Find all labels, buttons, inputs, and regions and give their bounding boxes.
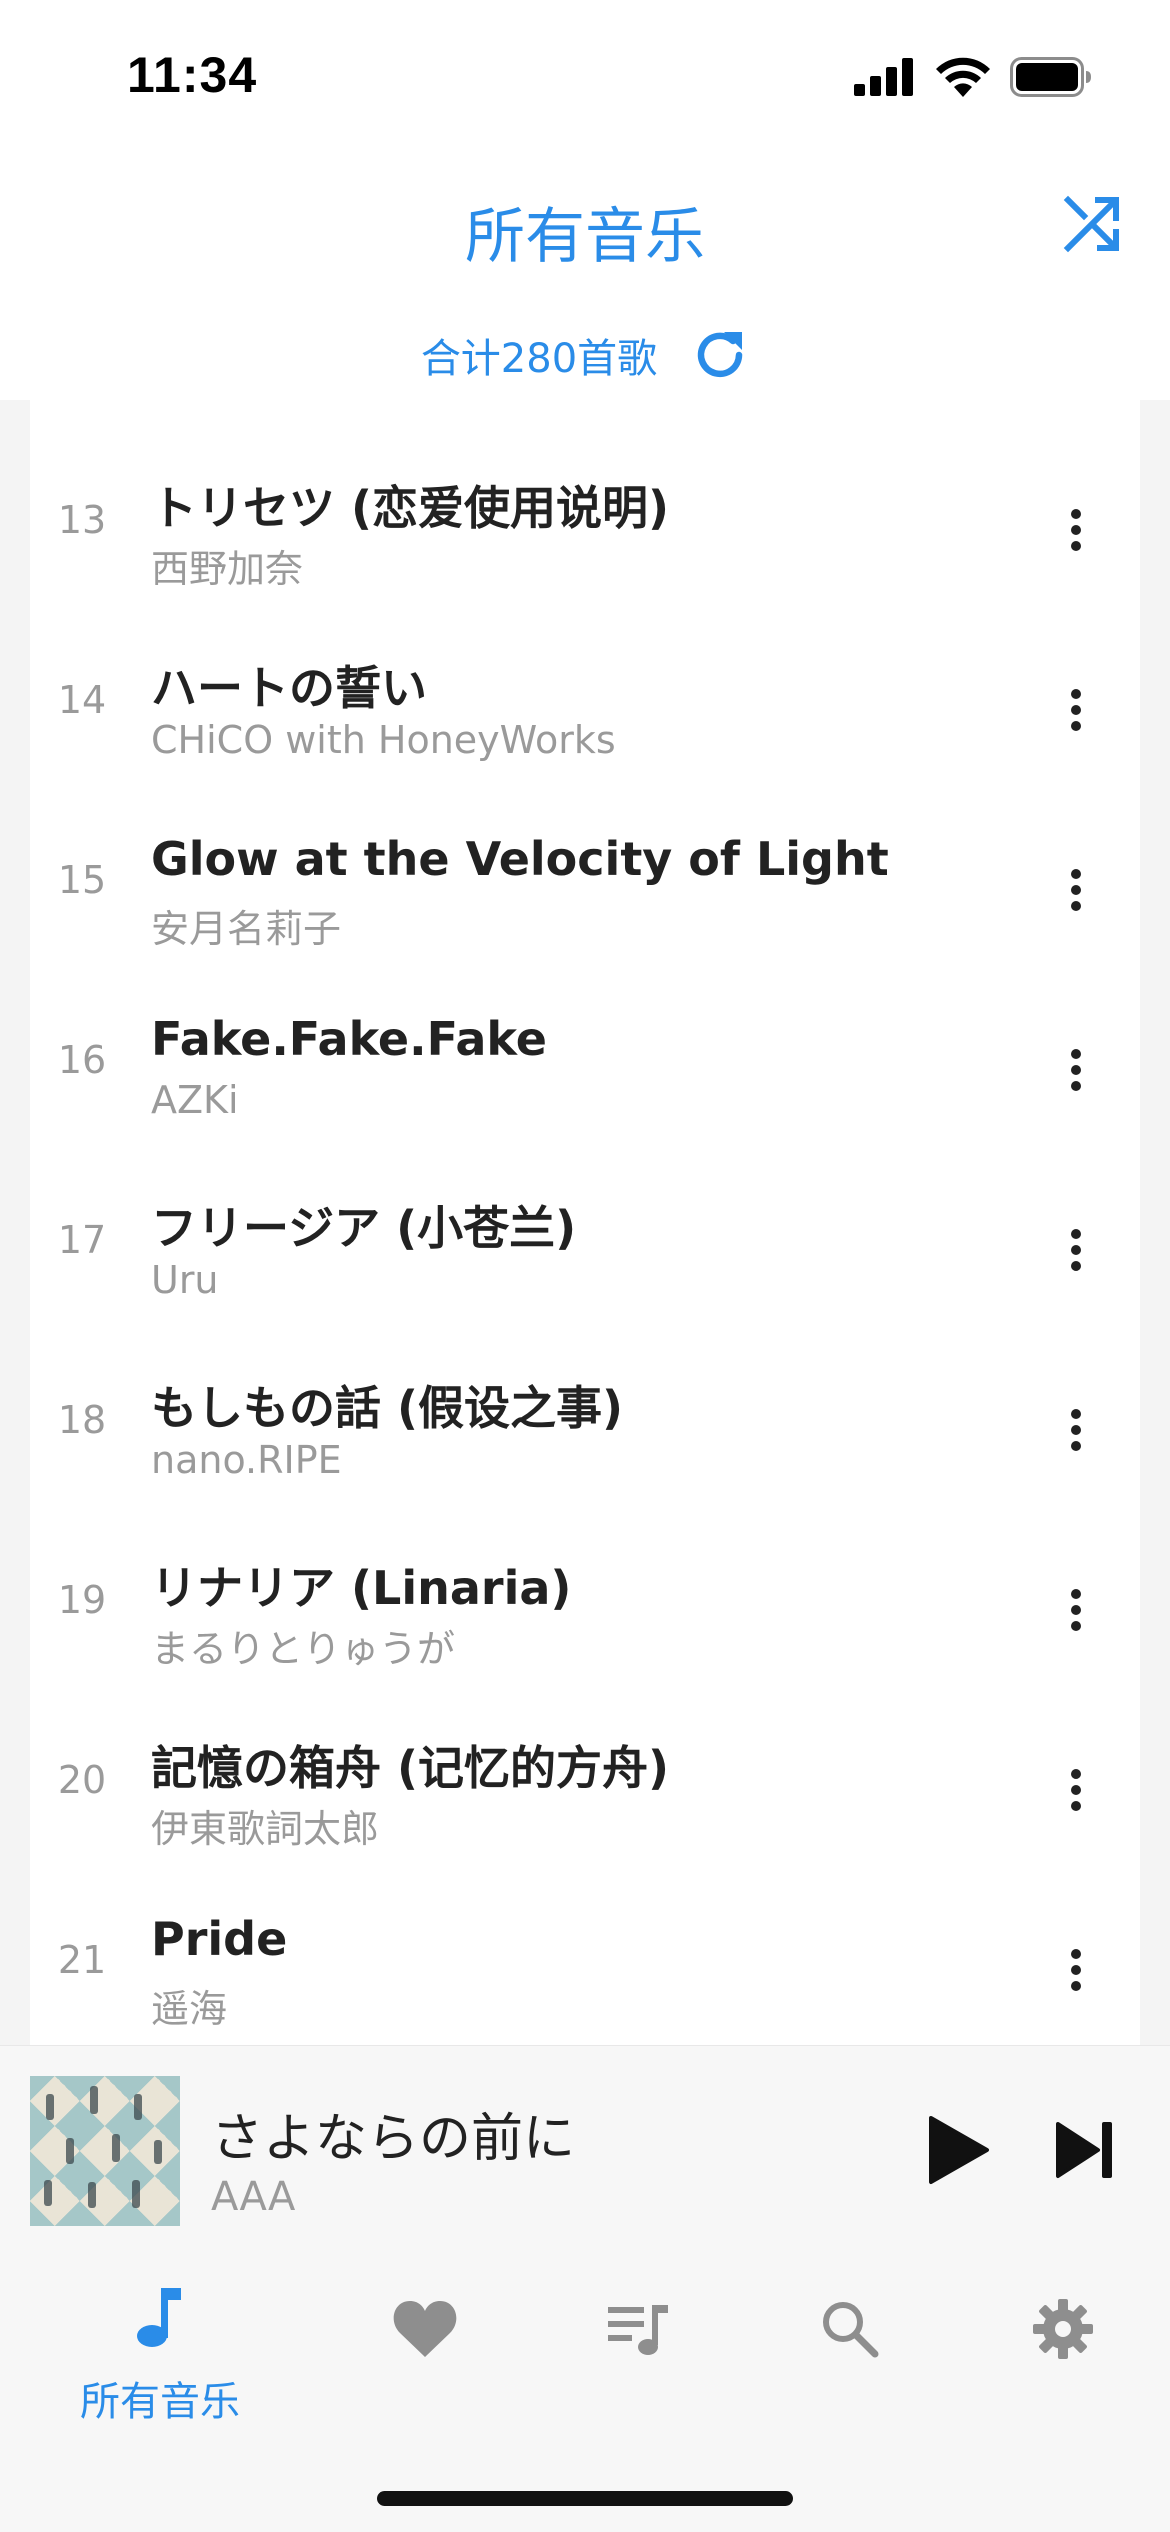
- more-options-icon[interactable]: [1056, 1582, 1096, 1638]
- song-artist: CHiCO with HoneyWorks: [151, 718, 616, 762]
- song-index: 16: [57, 1038, 107, 1082]
- song-index: 21: [57, 1938, 107, 1982]
- song-row[interactable]: 19 リナリア (Linaria) まるりとりゅうが: [30, 1500, 1140, 1680]
- home-indicator: [377, 2491, 793, 2506]
- more-options-icon[interactable]: [1056, 1402, 1096, 1458]
- more-options-icon[interactable]: [1056, 502, 1096, 558]
- song-row[interactable]: 21 Pride 遥海: [30, 1860, 1140, 2040]
- more-options-icon[interactable]: [1056, 1942, 1096, 1998]
- song-index: 15: [57, 858, 107, 902]
- more-options-icon[interactable]: [1056, 1762, 1096, 1818]
- refresh-icon[interactable]: [691, 326, 749, 384]
- song-title: 記憶の箱舟 (记忆的方舟): [151, 1741, 670, 1795]
- song-artist: 伊東歌詞太郎: [151, 1807, 380, 1851]
- song-row[interactable]: 13 トリセツ (恋爱使用说明) 西野加奈: [30, 420, 1140, 600]
- album-art[interactable]: [30, 2076, 180, 2226]
- tab-favorites[interactable]: [335, 2277, 515, 2437]
- song-title: フリージア (小苍兰): [151, 1201, 577, 1255]
- song-row[interactable]: 20 記憶の箱舟 (记忆的方舟) 伊東歌詞太郎: [30, 1680, 1140, 1860]
- search-icon: [810, 2289, 890, 2369]
- app-screen: 11:34 所有音乐 合计280首歌 13 トリセツ (恋爱使用说明) 西野加奈…: [0, 0, 1170, 2532]
- tab-playlists[interactable]: [548, 2277, 728, 2437]
- song-index: 18: [57, 1398, 107, 1442]
- song-title: リナリア (Linaria): [151, 1561, 572, 1615]
- song-count-row: 合计280首歌: [0, 320, 1170, 390]
- tab-search[interactable]: [760, 2277, 940, 2437]
- status-time: 11:34: [127, 47, 258, 103]
- signal-icon: [854, 58, 913, 96]
- song-title: トリセツ (恋爱使用说明): [151, 481, 670, 535]
- mini-player[interactable]: さよならの前に AAA: [0, 2045, 1170, 2256]
- now-playing-title: さよならの前に: [211, 2109, 576, 2169]
- song-title: Glow at the Velocity of Light: [151, 832, 889, 886]
- wifi-icon: [936, 57, 990, 97]
- more-options-icon[interactable]: [1056, 1042, 1096, 1098]
- song-index: 20: [57, 1758, 107, 1802]
- playlist-icon: [598, 2289, 678, 2369]
- tab-bar: 所有音乐: [0, 2255, 1170, 2532]
- song-title: もしもの話 (假设之事): [151, 1381, 624, 1435]
- song-index: 17: [57, 1218, 107, 1262]
- gear-icon: [1023, 2289, 1103, 2369]
- tab-all-music-label: 所有音乐: [80, 2379, 240, 2425]
- song-artist: まるりとりゅうが: [151, 1627, 456, 1671]
- battery-icon: [1010, 57, 1091, 97]
- song-title: Fake.Fake.Fake: [151, 1012, 547, 1066]
- status-icons: [854, 52, 1092, 102]
- page-title: 所有音乐: [465, 202, 705, 272]
- song-artist: 西野加奈: [151, 547, 304, 591]
- now-playing-artist: AAA: [211, 2174, 296, 2220]
- tab-settings[interactable]: [973, 2277, 1153, 2437]
- song-list: 13 トリセツ (恋爱使用说明) 西野加奈 14 ハートの誓い CHiCO wi…: [30, 400, 1140, 2045]
- album-art-figures: [44, 2086, 162, 2208]
- header: 所有音乐 合计280首歌: [0, 150, 1170, 400]
- song-row[interactable]: 16 Fake.Fake.Fake AZKi: [30, 960, 1140, 1140]
- status-bar: 11:34: [0, 0, 1170, 150]
- heart-icon: [385, 2289, 465, 2369]
- song-artist: 安月名莉子: [151, 907, 342, 951]
- more-options-icon[interactable]: [1056, 682, 1096, 738]
- song-index: 13: [57, 498, 107, 542]
- song-artist: 遥海: [151, 1987, 228, 2031]
- song-list-container: 13 トリセツ (恋爱使用说明) 西野加奈 14 ハートの誓い CHiCO wi…: [0, 400, 1170, 2045]
- tab-all-music[interactable]: 所有音乐: [70, 2277, 250, 2437]
- song-artist: Uru: [151, 1258, 219, 1302]
- music-note-icon: [120, 2277, 200, 2357]
- play-icon[interactable]: [925, 2114, 991, 2186]
- next-track-icon[interactable]: [1054, 2118, 1116, 2182]
- song-index: 19: [57, 1578, 107, 1622]
- more-options-icon[interactable]: [1056, 862, 1096, 918]
- shuffle-icon[interactable]: [1060, 192, 1124, 256]
- more-options-icon[interactable]: [1056, 1222, 1096, 1278]
- song-title: Pride: [151, 1912, 288, 1966]
- song-row[interactable]: 17 フリージア (小苍兰) Uru: [30, 1140, 1140, 1320]
- song-title: ハートの誓い: [151, 661, 427, 715]
- song-row[interactable]: 14 ハートの誓い CHiCO with HoneyWorks: [30, 600, 1140, 780]
- song-artist: nano.RIPE: [151, 1438, 342, 1482]
- song-row[interactable]: 15 Glow at the Velocity of Light 安月名莉子: [30, 780, 1140, 960]
- song-row[interactable]: 18 もしもの話 (假设之事) nano.RIPE: [30, 1320, 1140, 1500]
- song-count: 合计280首歌: [420, 336, 658, 382]
- song-index: 14: [57, 678, 107, 722]
- song-artist: AZKi: [151, 1078, 239, 1122]
